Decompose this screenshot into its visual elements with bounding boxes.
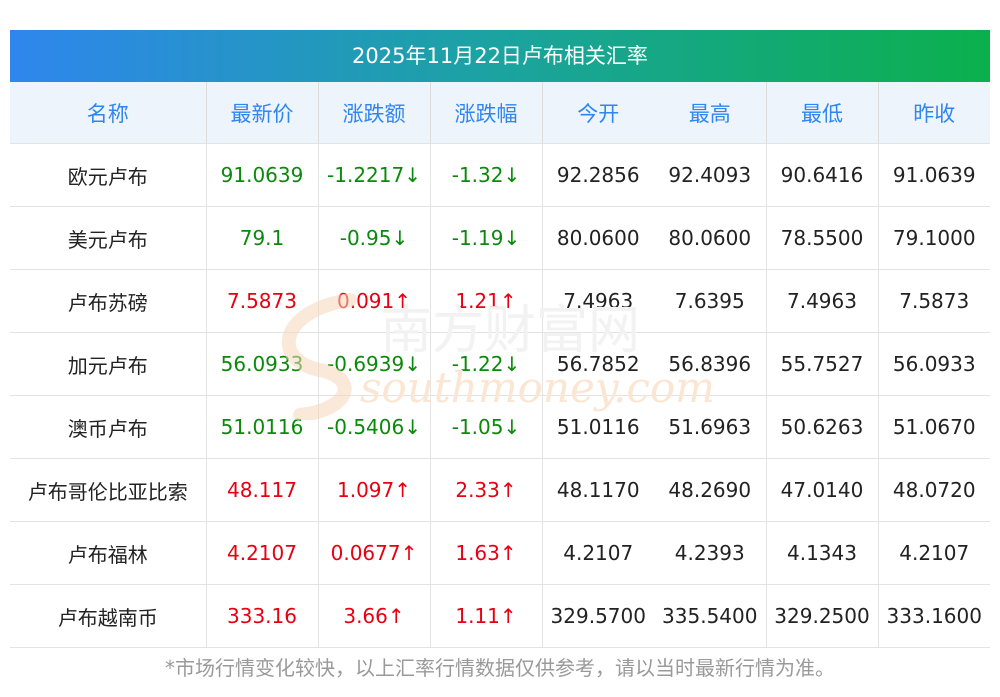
cell-high: 92.4093 (654, 143, 766, 207)
cell-high: 80.0600 (654, 206, 766, 270)
cell-low: 50.6263 (765, 395, 878, 459)
table-row: 卢布苏磅 7.5873 0.091↑ 1.21↑ 7.4963 7.6395 7… (10, 269, 990, 333)
header-prev-close: 昨收 (877, 82, 990, 144)
cell-open: 4.2107 (541, 521, 654, 585)
table-title: 2025年11月22日卢布相关汇率 (10, 30, 990, 82)
cell-name: 欧元卢布 (10, 143, 206, 207)
table-row: 美元卢布 79.1 -0.95↓ -1.19↓ 80.0600 80.0600 … (10, 206, 990, 270)
cell-change-pct: 1.63↑ (429, 521, 542, 585)
header-low: 最低 (765, 82, 878, 144)
cell-open: 51.0116 (541, 395, 654, 459)
cell-change: 1.097↑ (317, 458, 430, 522)
cell-open: 48.1170 (541, 458, 654, 522)
table-row: 卢布福林 4.2107 0.0677↑ 1.63↑ 4.2107 4.2393 … (10, 521, 990, 585)
cell-change: -1.2217↓ (317, 143, 430, 207)
cell-open: 56.7852 (541, 332, 654, 396)
cell-high: 7.6395 (654, 269, 766, 333)
cell-prev-close: 7.5873 (877, 269, 990, 333)
cell-change-pct: 2.33↑ (429, 458, 542, 522)
cell-name: 澳币卢布 (10, 395, 206, 459)
header-name: 名称 (10, 82, 206, 144)
cell-change: -0.95↓ (317, 206, 430, 270)
table-row: 澳币卢布 51.0116 -0.5406↓ -1.05↓ 51.0116 51.… (10, 395, 990, 459)
cell-low: 7.4963 (765, 269, 878, 333)
cell-latest: 48.117 (205, 458, 318, 522)
table-row: 欧元卢布 91.0639 -1.2217↓ -1.32↓ 92.2856 92.… (10, 143, 990, 207)
header-high: 最高 (654, 82, 766, 144)
cell-prev-close: 333.1600 (877, 584, 990, 648)
cell-open: 92.2856 (541, 143, 654, 207)
cell-name: 卢布哥伦比亚比索 (10, 458, 206, 522)
cell-change: -0.6939↓ (317, 332, 430, 396)
cell-change-pct: -1.22↓ (429, 332, 542, 396)
cell-latest: 91.0639 (205, 143, 318, 207)
cell-prev-close: 48.0720 (877, 458, 990, 522)
header-open: 今开 (541, 82, 654, 144)
table-row: 加元卢布 56.0933 -0.6939↓ -1.22↓ 56.7852 56.… (10, 332, 990, 396)
cell-prev-close: 79.1000 (877, 206, 990, 270)
cell-name: 卢布越南币 (10, 584, 206, 648)
cell-low: 78.5500 (765, 206, 878, 270)
cell-change-pct: -1.32↓ (429, 143, 542, 207)
cell-high: 51.6963 (654, 395, 766, 459)
header-change: 涨跌额 (317, 82, 430, 144)
cell-high: 335.5400 (654, 584, 766, 648)
cell-low: 47.0140 (765, 458, 878, 522)
table-row: 卢布越南币 333.16 3.66↑ 1.11↑ 329.5700 335.54… (10, 584, 990, 648)
cell-change-pct: 1.11↑ (429, 584, 542, 648)
rate-table-container: 2025年11月22日卢布相关汇率 名称 最新价 涨跌额 涨跌幅 今开 最高 最… (10, 30, 990, 648)
cell-change: 0.091↑ (317, 269, 430, 333)
cell-change: -0.5406↓ (317, 395, 430, 459)
cell-latest: 56.0933 (205, 332, 318, 396)
header-change-pct: 涨跌幅 (429, 82, 542, 144)
header-row: 名称 最新价 涨跌额 涨跌幅 今开 最高 最低 昨收 (10, 82, 990, 144)
cell-change-pct: -1.05↓ (429, 395, 542, 459)
cell-prev-close: 51.0670 (877, 395, 990, 459)
cell-change: 3.66↑ (317, 584, 430, 648)
cell-open: 329.5700 (541, 584, 654, 648)
cell-low: 55.7527 (765, 332, 878, 396)
cell-prev-close: 91.0639 (877, 143, 990, 207)
cell-latest: 7.5873 (205, 269, 318, 333)
cell-high: 48.2690 (654, 458, 766, 522)
rate-table: 名称 最新价 涨跌额 涨跌幅 今开 最高 最低 昨收 欧元卢布 91.0639 … (10, 82, 990, 648)
cell-latest: 79.1 (205, 206, 318, 270)
cell-change-pct: -1.19↓ (429, 206, 542, 270)
cell-latest: 333.16 (205, 584, 318, 648)
disclaimer-footnote: *市场行情变化较快，以上汇率行情数据仅供参考，请以当时最新行情为准。 (165, 656, 835, 680)
cell-open: 80.0600 (541, 206, 654, 270)
cell-low: 90.6416 (765, 143, 878, 207)
cell-prev-close: 4.2107 (877, 521, 990, 585)
cell-open: 7.4963 (541, 269, 654, 333)
cell-latest: 51.0116 (205, 395, 318, 459)
cell-name: 加元卢布 (10, 332, 206, 396)
table-row: 卢布哥伦比亚比索 48.117 1.097↑ 2.33↑ 48.1170 48.… (10, 458, 990, 522)
header-latest: 最新价 (205, 82, 318, 144)
cell-change-pct: 1.21↑ (429, 269, 542, 333)
cell-name: 美元卢布 (10, 206, 206, 270)
cell-low: 4.1343 (765, 521, 878, 585)
cell-prev-close: 56.0933 (877, 332, 990, 396)
cell-latest: 4.2107 (205, 521, 318, 585)
cell-low: 329.2500 (765, 584, 878, 648)
cell-name: 卢布福林 (10, 521, 206, 585)
cell-name: 卢布苏磅 (10, 269, 206, 333)
cell-high: 4.2393 (654, 521, 766, 585)
cell-change: 0.0677↑ (317, 521, 430, 585)
cell-high: 56.8396 (654, 332, 766, 396)
